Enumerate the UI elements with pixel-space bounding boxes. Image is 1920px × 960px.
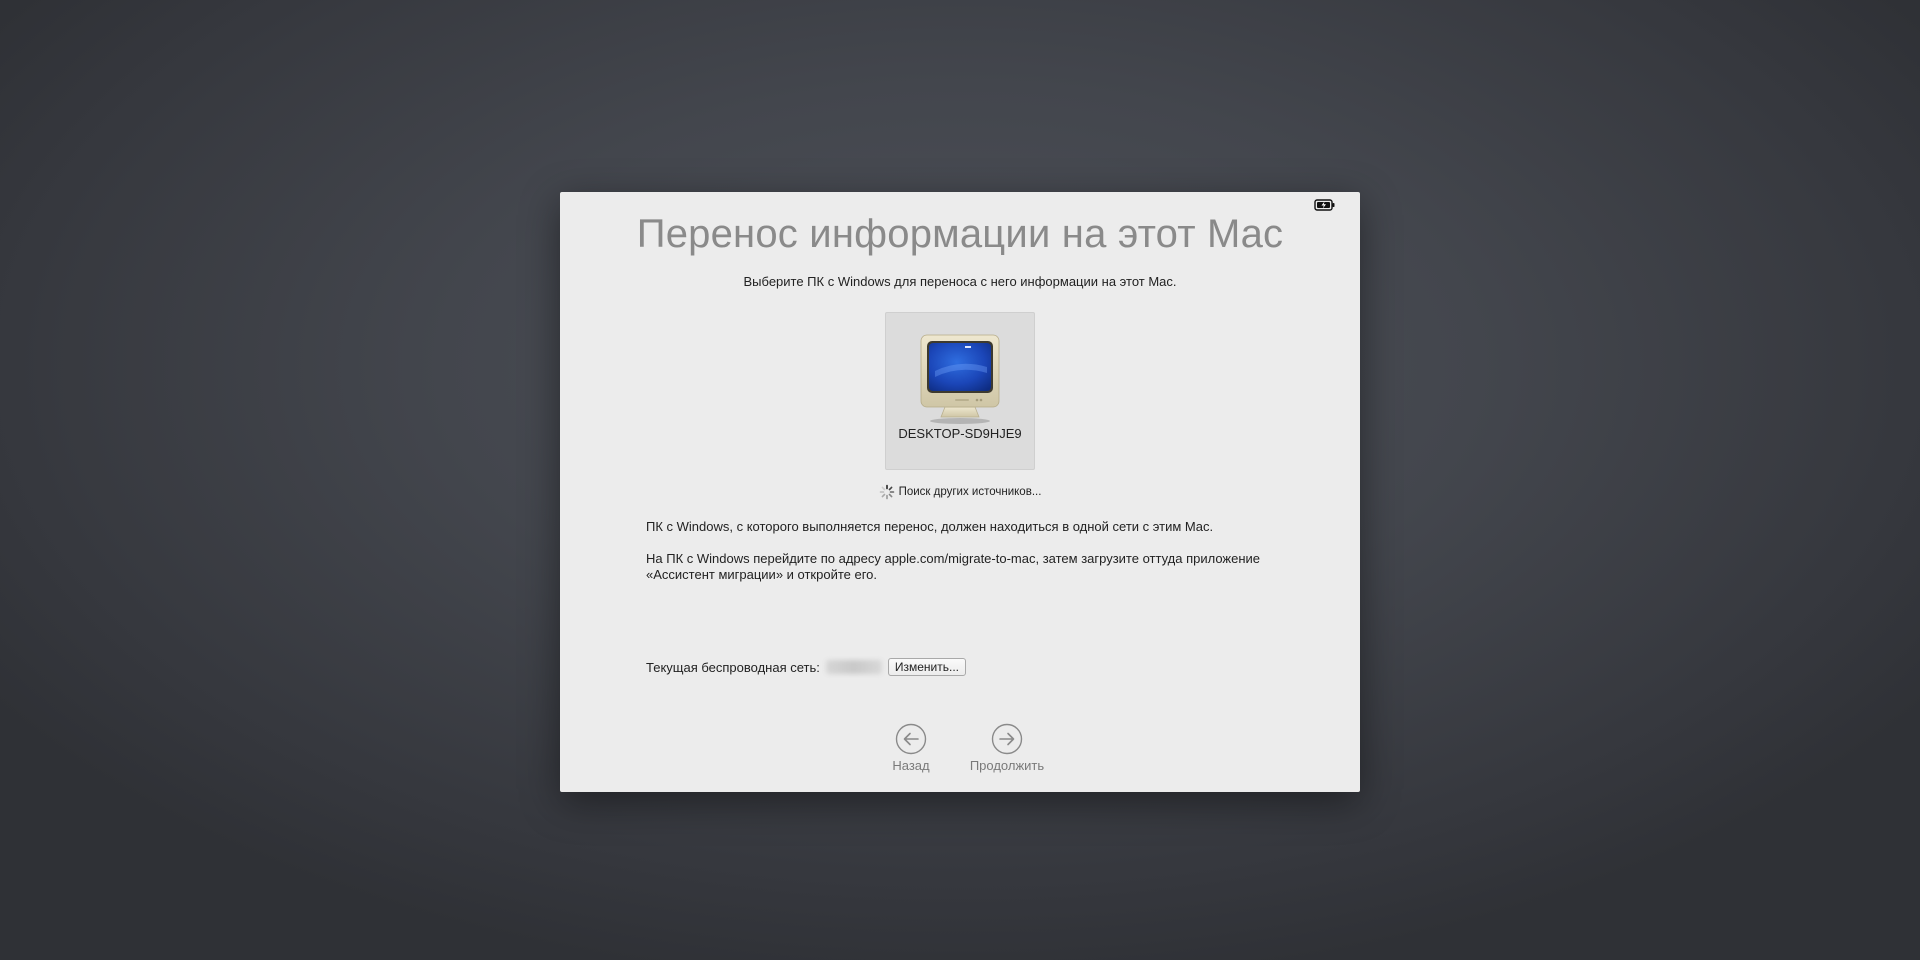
source-item-label: DESKTOP-SD9HJE9 (898, 426, 1022, 441)
search-status-text: Поиск других источников... (898, 486, 1042, 499)
arrow-right-circle-icon (991, 723, 1023, 755)
continue-button[interactable]: Продолжить (957, 722, 1057, 773)
windows-pc-monitor-icon (920, 334, 1000, 424)
info-same-network: ПК с Windows, с которого выполняется пер… (646, 519, 1214, 534)
current-network-label: Текущая беспроводная сеть: (646, 659, 820, 675)
continue-button-label: Продолжить (969, 758, 1045, 773)
source-item-windows-pc[interactable]: DESKTOP-SD9HJE9 (885, 312, 1035, 470)
arrow-left-circle-icon (895, 723, 927, 755)
change-network-button[interactable]: Изменить... (887, 658, 967, 676)
page-subtitle: Выберите ПК с Windows для переноса с нег… (743, 274, 1177, 289)
battery-charging-icon (1314, 199, 1335, 211)
info-download-instructions: На ПК с Windows перейдите по адресу appl… (646, 551, 1261, 582)
current-network-row: Текущая беспроводная сеть: Изменить... (646, 658, 967, 676)
spinner-icon (879, 484, 894, 500)
search-status: Поиск других источников... (560, 484, 1360, 500)
page-title: Перенос информации на этот Mac (636, 212, 1284, 256)
back-button-label: Назад (892, 758, 930, 773)
back-button[interactable]: Назад (861, 722, 961, 773)
network-name-redacted (825, 660, 882, 674)
migration-assistant-window: Перенос информации на этот Mac Выберите … (560, 192, 1360, 792)
